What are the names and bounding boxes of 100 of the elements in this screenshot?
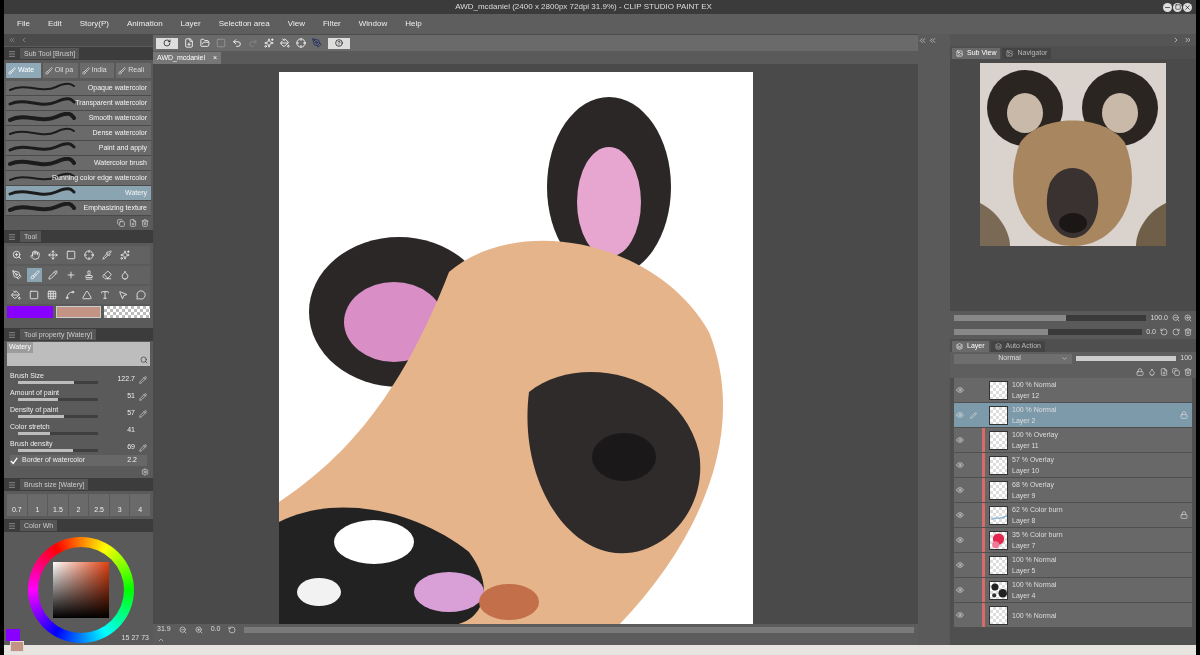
main-color-swatch[interactable]: [6, 629, 20, 641]
zoom-slider[interactable]: [954, 315, 1147, 321]
property-slider[interactable]: [18, 449, 98, 452]
move-icon[interactable]: [45, 248, 60, 262]
lock-icon[interactable]: [1136, 367, 1144, 376]
zoom-in-icon[interactable]: [194, 625, 203, 634]
expand-icon[interactable]: [1184, 36, 1192, 44]
sub-color-swatch[interactable]: [10, 641, 24, 652]
checkbox[interactable]: [10, 456, 18, 465]
hand-icon[interactable]: [27, 248, 42, 262]
trash-icon[interactable]: [1184, 328, 1192, 336]
eye-icon[interactable]: [956, 386, 964, 394]
rotation-slider[interactable]: [954, 329, 1143, 335]
transparent-swatch[interactable]: [104, 306, 150, 318]
property-slider[interactable]: [18, 398, 98, 401]
droplet-icon[interactable]: [1148, 367, 1156, 376]
saturation-value-square[interactable]: [53, 562, 109, 618]
menu-item[interactable]: Story(P): [79, 18, 110, 30]
sparkle-icon[interactable]: [117, 248, 132, 262]
close-button[interactable]: [1183, 2, 1192, 12]
zoom-out-icon[interactable]: [1172, 314, 1180, 322]
layer-thumbnail: [989, 480, 1008, 500]
trash-icon[interactable]: [141, 219, 149, 227]
rotate-left-icon[interactable]: [1160, 328, 1168, 336]
undo-icon[interactable]: [232, 38, 242, 48]
settings-icon[interactable]: [141, 468, 149, 476]
zoom-out-icon[interactable]: [178, 625, 187, 634]
eyedropper-icon[interactable]: [99, 248, 114, 262]
maximize-button[interactable]: [1173, 2, 1182, 12]
menu-icon[interactable]: [8, 232, 16, 241]
menu-item[interactable]: Layer: [180, 18, 201, 30]
eye-icon[interactable]: [956, 561, 964, 569]
bucket-icon[interactable]: [9, 288, 24, 302]
expand-up-icon[interactable]: [157, 636, 165, 644]
eye-icon[interactable]: [956, 536, 964, 544]
property-slider[interactable]: [18, 415, 98, 418]
menu-icon[interactable]: [8, 49, 16, 58]
copy-icon[interactable]: [117, 219, 125, 227]
main-color-swatch[interactable]: [7, 306, 53, 318]
eye-icon[interactable]: [956, 586, 964, 594]
pen-icon[interactable]: [9, 268, 24, 282]
new-layer-icon[interactable]: [1160, 367, 1168, 376]
speech-bubble-icon[interactable]: [133, 288, 148, 302]
pencil-icon[interactable]: [45, 268, 60, 282]
pen-pressure-icon[interactable]: [139, 444, 147, 452]
opacity-slider[interactable]: [1076, 356, 1177, 361]
eraser-icon[interactable]: [99, 268, 114, 282]
triangle-icon[interactable]: [80, 288, 95, 302]
maximize-icon: [1174, 4, 1181, 10]
collapse-icon[interactable]: [20, 36, 28, 44]
property-slider[interactable]: [18, 381, 98, 384]
minimize-button[interactable]: [1163, 2, 1172, 12]
eye-icon[interactable]: [956, 511, 964, 519]
collapse-icon[interactable]: [8, 36, 16, 44]
brush-stroke-icon: [6, 187, 76, 199]
eye-icon[interactable]: [956, 461, 964, 469]
sparkle-icon[interactable]: [264, 38, 274, 48]
copy-icon[interactable]: [1172, 367, 1180, 376]
new-file-icon[interactable]: [129, 219, 137, 227]
eye-icon[interactable]: [956, 436, 964, 444]
pen-pressure-icon[interactable]: [139, 376, 147, 384]
brush-icon[interactable]: [27, 268, 42, 282]
folder-icon[interactable]: [200, 38, 210, 48]
menu-item[interactable]: Filter: [323, 18, 341, 30]
menu-icon[interactable]: [8, 521, 16, 530]
search-icon[interactable]: [140, 356, 148, 364]
pen-pressure-icon[interactable]: [139, 393, 147, 401]
zoom-in-icon[interactable]: [1184, 314, 1192, 322]
menu-item[interactable]: Window: [358, 18, 388, 30]
layers-icon: [956, 343, 963, 350]
sub-color-swatch[interactable]: [55, 306, 102, 318]
menu-item[interactable]: Selection area: [218, 18, 270, 30]
menu-item[interactable]: File: [17, 18, 30, 30]
property-slider[interactable]: [18, 432, 98, 435]
rotate-right-icon[interactable]: [1172, 328, 1180, 336]
app-logo-button[interactable]: [156, 37, 178, 49]
crosshair-icon[interactable]: [81, 248, 96, 262]
menu-icon[interactable]: [8, 480, 16, 489]
brush-icon: [118, 66, 127, 75]
bucket-icon[interactable]: [280, 38, 290, 48]
pen-icon[interactable]: [312, 38, 322, 48]
eye-icon[interactable]: [956, 611, 964, 619]
collapse-icon[interactable]: [928, 36, 937, 45]
expand-icon[interactable]: [1172, 36, 1180, 44]
menu-icon[interactable]: [8, 330, 16, 339]
layer-thumbnail: [989, 605, 1008, 625]
crosshair-icon[interactable]: [296, 38, 306, 48]
menu-item[interactable]: Edit: [47, 18, 62, 30]
horizontal-scrollbar[interactable]: [244, 626, 914, 633]
help-button[interactable]: [328, 37, 350, 49]
menu-item[interactable]: Help: [405, 18, 422, 30]
brush-icon: [44, 66, 53, 75]
menu-item[interactable]: Animation: [127, 18, 163, 30]
rotate-icon[interactable]: [228, 625, 237, 634]
window-title: AWD_mcdaniel (2400 x 2800px 72dpi 31.9%) - CLIP STUDIO PAINT EX: [454, 1, 713, 13]
eye-icon[interactable]: [956, 486, 964, 494]
pen-pressure-icon[interactable]: [139, 410, 147, 418]
trash-icon[interactable]: [1184, 367, 1192, 376]
menu-item[interactable]: View: [287, 18, 305, 30]
collapse-icon[interactable]: [918, 36, 927, 45]
